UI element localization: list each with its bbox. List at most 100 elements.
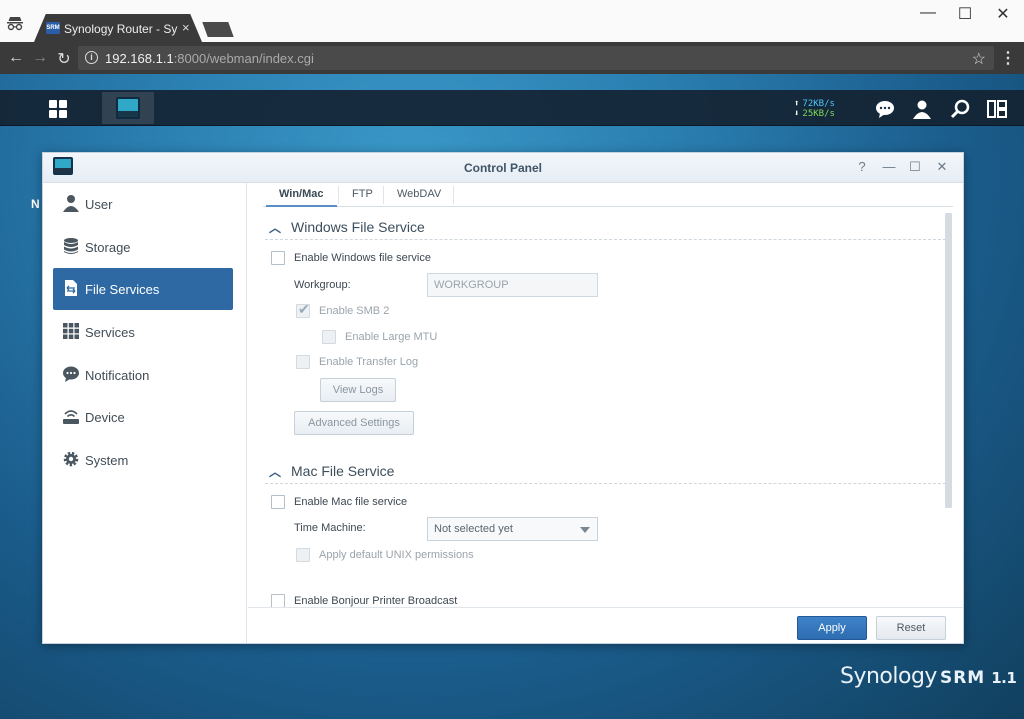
time-machine-label: Time Machine: xyxy=(294,522,366,534)
window-footer: Apply Reset xyxy=(248,607,963,645)
tab-separator xyxy=(453,186,454,204)
workgroup-label: Workgroup: xyxy=(294,279,351,291)
sidebar-item-label: Notification xyxy=(85,368,150,383)
tab-title: Synology Router - Synology xyxy=(64,22,178,36)
sidebar-item-user[interactable]: User xyxy=(53,183,233,225)
help-button[interactable]: ? xyxy=(854,159,870,174)
sidebar-item-label: Services xyxy=(85,325,135,340)
chat-icon[interactable] xyxy=(875,99,895,119)
window-minimize-button[interactable]: — xyxy=(918,4,938,22)
enable-mac-file-service-checkbox[interactable] xyxy=(271,495,285,509)
srm-taskbar xyxy=(0,90,1024,126)
windows-file-service-header[interactable]: ︿ Windows File Service xyxy=(265,216,951,240)
sidebar-item-notification[interactable]: Notification xyxy=(53,354,233,396)
enable-large-mtu-checkbox[interactable] xyxy=(322,330,336,344)
desktop-shortcut-label: N xyxy=(31,197,40,211)
sidebar-item-file-services[interactable]: File Services xyxy=(53,268,233,310)
sidebar-item-system[interactable]: System xyxy=(53,439,233,481)
advanced-settings-button[interactable]: Advanced Settings xyxy=(294,411,414,435)
checkmark-icon: ✔ xyxy=(298,301,310,317)
bookmark-star-icon[interactable]: ☆ xyxy=(972,49,986,69)
enable-mac-file-service-label: Enable Mac file service xyxy=(294,496,408,508)
enable-transfer-log-label: Enable Transfer Log xyxy=(319,356,419,368)
reset-button[interactable]: Reset xyxy=(876,616,946,640)
new-tab-button[interactable] xyxy=(202,22,234,37)
services-icon xyxy=(61,322,81,342)
upload-speed: 72KB/s xyxy=(802,99,835,109)
chevron-up-icon[interactable]: ︿ xyxy=(269,219,281,236)
time-machine-select[interactable]: Not selected yet xyxy=(427,517,598,541)
enable-bonjour-label: Enable Bonjour Printer Broadcast xyxy=(294,595,458,607)
browser-tab[interactable]: SRM Synology Router - Synology × xyxy=(34,14,202,42)
content-pane: Win/Mac FTP WebDAV ︿ Windows File Servic… xyxy=(248,183,963,607)
workgroup-input[interactable]: WORKGROUP xyxy=(427,273,598,297)
browser-titlebar: SRM Synology Router - Synology × — ☐ ✕ xyxy=(0,0,1024,42)
apply-button[interactable]: Apply xyxy=(797,616,867,640)
enable-windows-file-service-label: Enable Windows file service xyxy=(294,252,431,264)
sidebar-item-label: System xyxy=(85,453,129,468)
site-info-icon[interactable]: i xyxy=(85,51,98,64)
storage-icon xyxy=(61,237,81,257)
synology-favicon-icon: SRM xyxy=(46,22,60,34)
enable-windows-file-service-checkbox[interactable] xyxy=(271,251,285,265)
chevron-up-icon[interactable]: ︿ xyxy=(269,463,281,480)
enable-smb2-label: Enable SMB 2 xyxy=(319,305,390,317)
address-bar[interactable]: i 192.168.1.1:8000/webman/index.cgi ☆ xyxy=(78,46,994,70)
enable-smb2-checkbox[interactable]: ✔ xyxy=(296,301,310,318)
user-icon xyxy=(61,194,81,214)
tab-win-mac[interactable]: Win/Mac xyxy=(266,188,337,207)
mac-file-service-header[interactable]: ︿ Mac File Service xyxy=(265,460,951,484)
incognito-icon xyxy=(7,17,23,31)
tab-webdav[interactable]: WebDAV xyxy=(384,188,454,207)
search-icon[interactable] xyxy=(950,99,970,119)
url-path: :8000/webman/index.cgi xyxy=(173,51,314,66)
sidebar-item-device[interactable]: Device xyxy=(53,396,233,438)
section-title: Windows File Service xyxy=(291,219,425,235)
widgets-icon[interactable] xyxy=(987,99,1007,119)
device-icon xyxy=(61,407,81,427)
sidebar-item-label: User xyxy=(85,197,113,212)
browser-menu-icon[interactable]: ⋮ xyxy=(1000,48,1016,68)
tab-bar: Win/Mac FTP WebDAV xyxy=(263,183,953,207)
window-titlebar[interactable]: Control Panel ? — ☐ ✕ xyxy=(43,153,963,183)
view-logs-button[interactable]: View Logs xyxy=(320,378,396,402)
user-icon[interactable] xyxy=(912,99,932,119)
network-speed: ⬆ 72KB/s ⬇ 25KB/s xyxy=(794,99,835,119)
gear-icon xyxy=(61,450,81,470)
apply-unix-permissions-checkbox[interactable] xyxy=(296,548,310,562)
window-title: Control Panel xyxy=(463,161,542,175)
enable-large-mtu-label: Enable Large MTU xyxy=(345,331,438,343)
url-text: 192.168.1.1:8000/webman/index.cgi xyxy=(105,51,314,66)
section-title: Mac File Service xyxy=(291,463,395,479)
sidebar: User Storage File Services Services Noti… xyxy=(43,183,247,643)
tab-close-icon[interactable]: × xyxy=(182,20,190,35)
browser-toolbar: ← → ↻ i 192.168.1.1:8000/webman/index.cg… xyxy=(0,42,1024,74)
dropdown-arrow-icon[interactable] xyxy=(580,527,590,533)
sidebar-item-label: Storage xyxy=(85,240,131,255)
download-speed: 25KB/s xyxy=(802,109,835,119)
content-scrollbar[interactable] xyxy=(945,213,952,508)
time-machine-value: Not selected yet xyxy=(434,523,513,535)
synology-srm-logo: Synology SRM 1.1 xyxy=(840,664,1017,689)
back-button[interactable]: ← xyxy=(6,49,26,67)
window-close-button[interactable]: ✕ xyxy=(993,4,1013,24)
maximize-button[interactable]: ☐ xyxy=(907,159,923,175)
main-menu-icon xyxy=(49,100,67,118)
tab-ftp[interactable]: FTP xyxy=(339,188,386,207)
reload-button[interactable]: ↻ xyxy=(54,49,74,69)
sidebar-item-label: Device xyxy=(85,410,125,425)
minimize-button[interactable]: — xyxy=(881,159,897,174)
enable-transfer-log-checkbox[interactable] xyxy=(296,355,310,369)
close-button[interactable]: ✕ xyxy=(934,159,950,175)
sidebar-item-services[interactable]: Services xyxy=(53,311,233,353)
control-panel-window: Control Panel ? — ☐ ✕ User Storage File … xyxy=(42,152,964,644)
notification-icon xyxy=(61,365,81,385)
enable-bonjour-checkbox[interactable] xyxy=(271,594,285,607)
url-host: 192.168.1.1 xyxy=(105,51,174,66)
apply-unix-permissions-label: Apply default UNIX permissions xyxy=(319,549,474,561)
sidebar-item-storage[interactable]: Storage xyxy=(53,226,233,268)
control-panel-icon xyxy=(116,97,140,119)
sidebar-item-label: File Services xyxy=(85,282,160,297)
window-maximize-button[interactable]: ☐ xyxy=(955,4,975,24)
forward-button[interactable]: → xyxy=(30,49,50,67)
